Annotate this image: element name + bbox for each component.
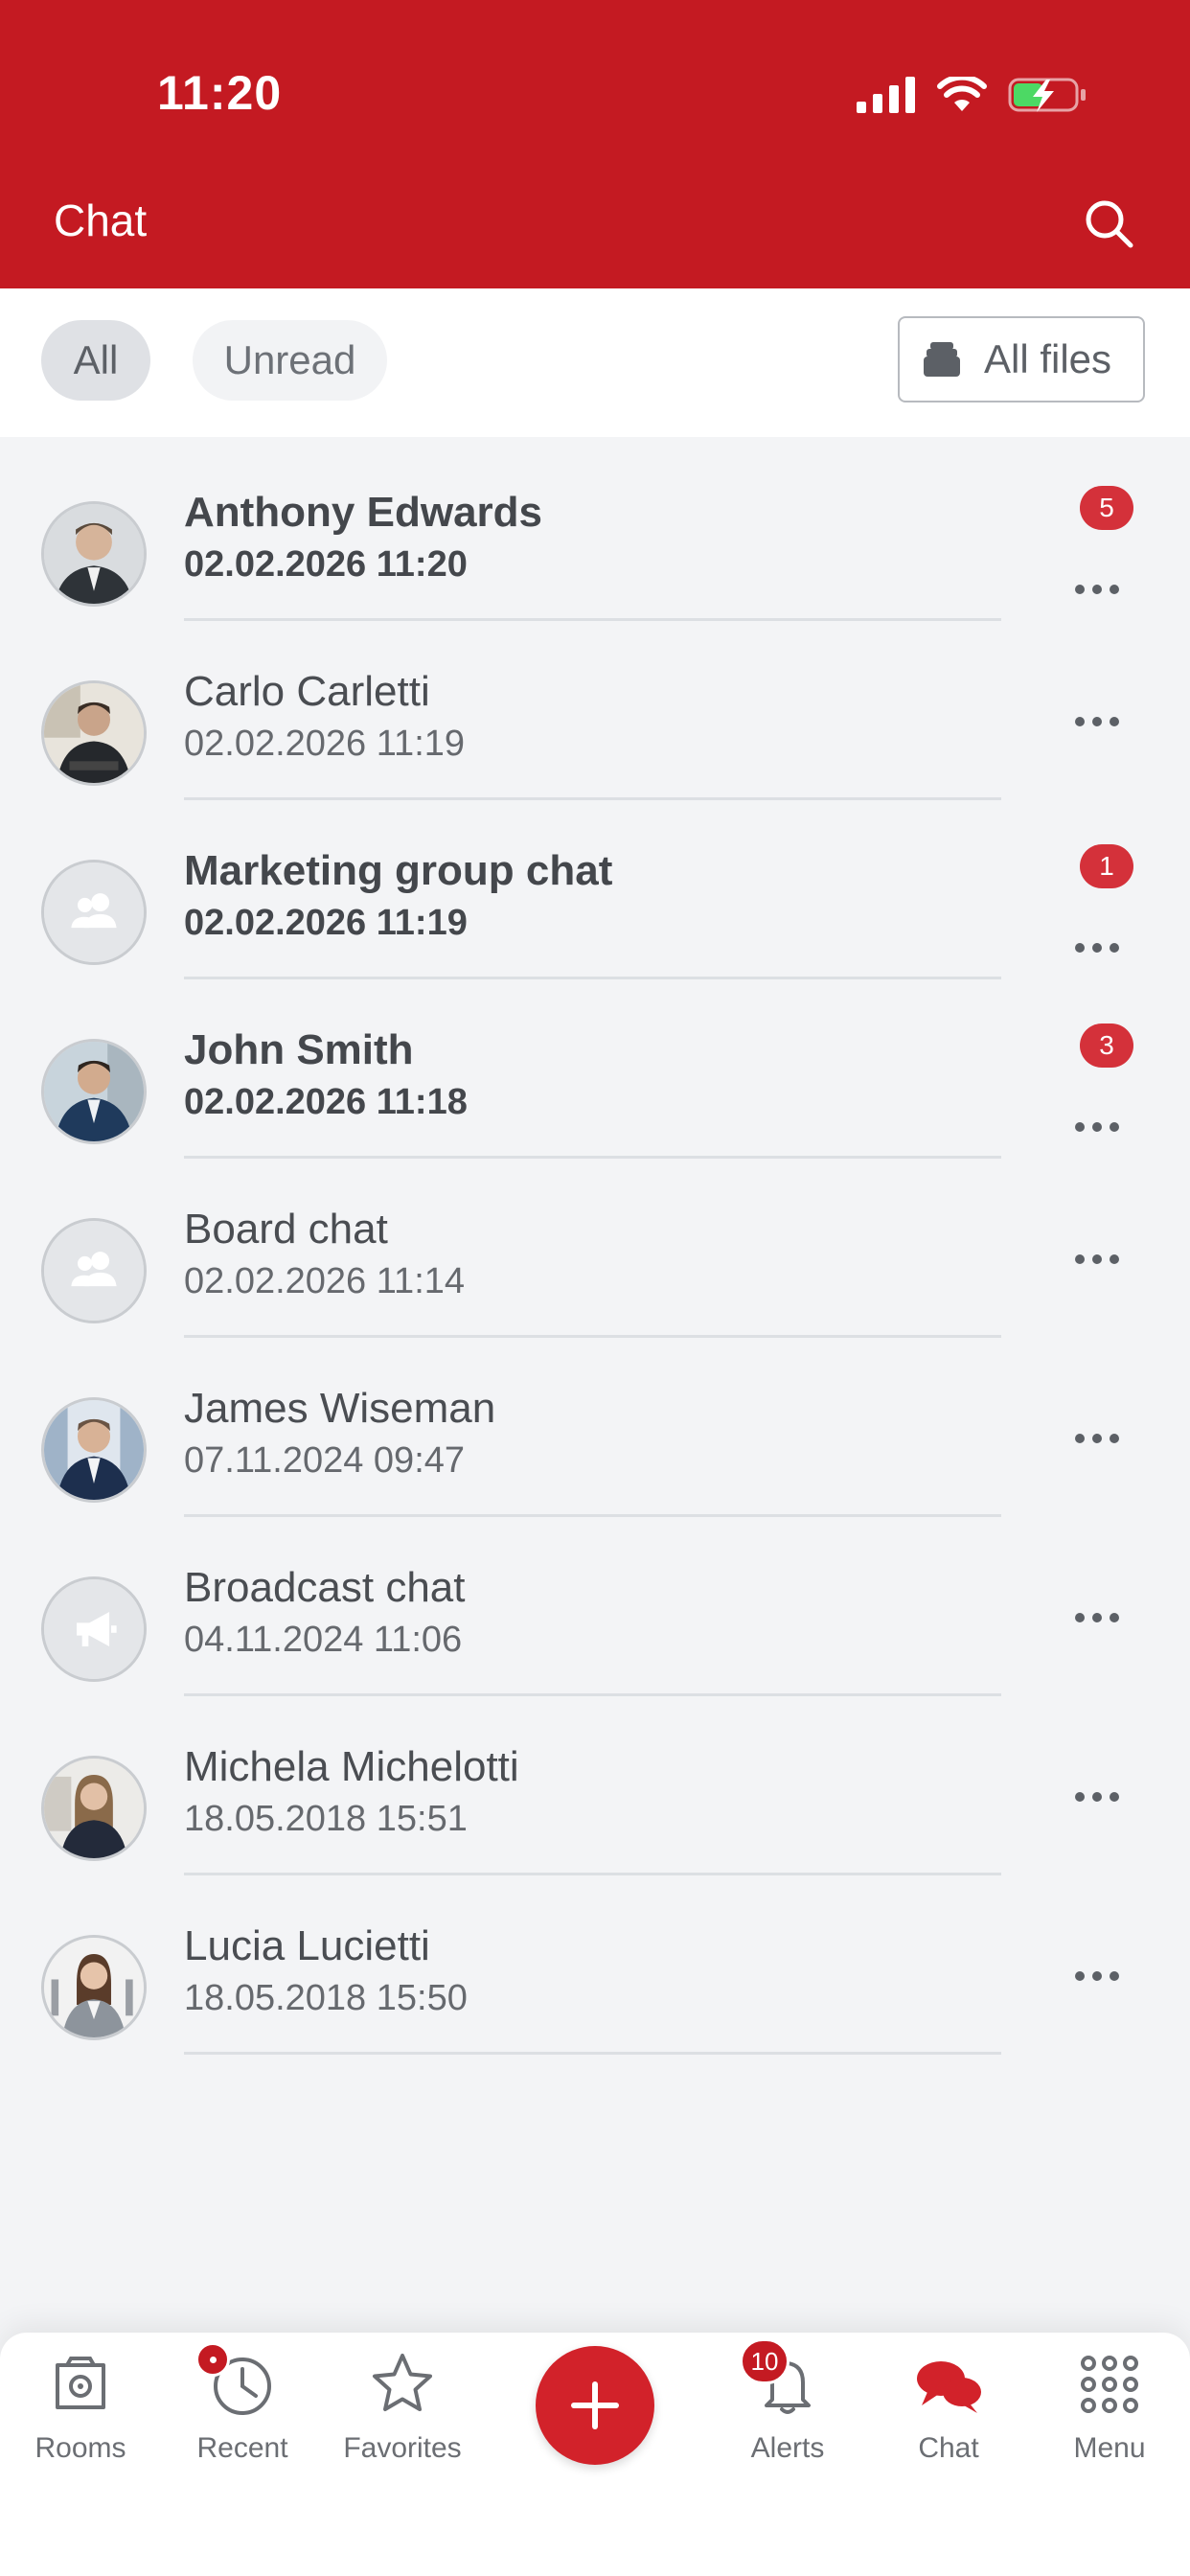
group-icon — [44, 1221, 144, 1321]
row-divider — [184, 1335, 1001, 1338]
nav-alerts-label: Alerts — [750, 2432, 825, 2464]
avatar — [41, 501, 147, 607]
nav-favorites[interactable]: Favorites — [326, 2350, 479, 2474]
row-divider — [184, 2052, 1001, 2055]
chat-row[interactable]: John Smith 02.02.2026 11:18 3 — [0, 998, 1190, 1177]
row-divider — [184, 1873, 1001, 1875]
group-avatar — [41, 860, 147, 965]
megaphone-icon — [44, 1579, 144, 1679]
row-divider — [184, 1514, 1001, 1517]
star-icon — [373, 2354, 432, 2411]
add-button[interactable] — [536, 2346, 654, 2465]
chat-row[interactable]: Anthony Edwards 02.02.2026 11:20 5 — [0, 460, 1190, 639]
unread-badge: 1 — [1080, 844, 1133, 888]
filter-unread-chip[interactable]: Unread — [193, 320, 387, 401]
nav-menu[interactable]: Menu — [1033, 2350, 1186, 2474]
chat-name: Marketing group chat — [184, 847, 613, 894]
unread-badge: 3 — [1080, 1024, 1133, 1068]
chat-date: 02.02.2026 11:14 — [184, 1261, 466, 1301]
all-files-label: All files — [984, 336, 1112, 381]
chat-name: Carlo Carletti — [184, 668, 430, 715]
avatar — [41, 1935, 147, 2040]
chat-name: Lucia Lucietti — [184, 1922, 430, 1969]
row-divider — [184, 1693, 1001, 1696]
row-divider — [184, 1156, 1001, 1159]
chat-name: Michela Michelotti — [184, 1743, 519, 1790]
all-files-button[interactable]: All files — [898, 316, 1145, 402]
rooms-icon — [56, 2357, 105, 2409]
avatar — [41, 1397, 147, 1503]
search-button[interactable] — [1081, 196, 1138, 253]
page-title: Chat — [54, 196, 148, 245]
grid-menu-icon — [1081, 2356, 1138, 2413]
filter-all-chip[interactable]: All — [41, 320, 150, 401]
nav-menu-label: Menu — [1073, 2432, 1146, 2464]
group-icon — [44, 862, 144, 962]
chat-row[interactable]: Michela Michelotti 18.05.2018 15:51 — [0, 1714, 1190, 1894]
nav-recent[interactable]: Recent — [166, 2350, 319, 2474]
more-options-icon[interactable] — [1075, 1434, 1119, 1445]
more-options-icon[interactable] — [1075, 585, 1119, 596]
recent-dot-badge — [195, 2342, 230, 2377]
unread-badge: 5 — [1080, 486, 1133, 530]
status-time: 11:20 — [157, 66, 283, 120]
chat-date: 02.02.2026 11:19 — [184, 903, 468, 943]
search-icon — [1086, 200, 1133, 248]
row-divider — [184, 797, 1001, 800]
status-icons — [857, 73, 1087, 117]
nav-chat-label: Chat — [918, 2432, 979, 2464]
more-options-icon[interactable] — [1075, 717, 1119, 728]
group-avatar — [41, 1218, 147, 1323]
alerts-count-badge: 10 — [740, 2338, 790, 2384]
row-divider — [184, 977, 1001, 979]
chat-name: Broadcast chat — [184, 1564, 466, 1611]
nav-rooms[interactable]: Rooms — [4, 2350, 157, 2474]
chat-row[interactable]: Broadcast chat 04.11.2024 11:06 — [0, 1535, 1190, 1714]
stack-icon — [924, 342, 960, 377]
chat-date: 18.05.2018 15:50 — [184, 1978, 468, 2018]
chat-name: John Smith — [184, 1026, 414, 1073]
chat-row[interactable]: Lucia Lucietti 18.05.2018 15:50 — [0, 1894, 1190, 2073]
chat-row[interactable]: Marketing group chat 02.02.2026 11:19 1 — [0, 818, 1190, 998]
more-options-icon[interactable] — [1075, 1792, 1119, 1804]
wifi-icon — [937, 77, 987, 111]
more-options-icon[interactable] — [1075, 943, 1119, 954]
more-options-icon[interactable] — [1075, 1613, 1119, 1624]
chat-name: Anthony Edwards — [184, 489, 543, 536]
nav-rooms-label: Rooms — [34, 2432, 126, 2464]
chat-row[interactable]: Carlo Carletti 02.02.2026 11:19 — [0, 639, 1190, 818]
chat-date: 04.11.2024 11:06 — [184, 1620, 463, 1660]
broadcast-avatar — [41, 1576, 147, 1682]
chat-row[interactable]: James Wiseman 07.11.2024 09:47 — [0, 1356, 1190, 1535]
chat-date: 02.02.2026 11:20 — [184, 544, 468, 585]
avatar — [41, 680, 147, 786]
signal-icon — [857, 77, 915, 113]
more-options-icon[interactable] — [1075, 1254, 1119, 1266]
chat-name: Board chat — [184, 1206, 388, 1253]
chat-date: 07.11.2024 09:47 — [184, 1440, 466, 1481]
chat-bubbles-icon — [917, 2361, 981, 2413]
row-divider — [184, 618, 1001, 621]
chat-name: James Wiseman — [184, 1385, 496, 1432]
chat-row[interactable]: Board chat 02.02.2026 11:14 — [0, 1177, 1190, 1356]
battery-icon — [1008, 78, 1086, 112]
chat-date: 18.05.2018 15:51 — [184, 1799, 468, 1839]
chat-date: 02.02.2026 11:19 — [184, 724, 466, 764]
chat-date: 02.02.2026 11:18 — [184, 1082, 468, 1122]
app-header: 11:20 Chat — [0, 0, 1190, 288]
nav-recent-label: Recent — [196, 2432, 288, 2464]
more-options-icon[interactable] — [1075, 1122, 1119, 1134]
nav-favorites-label: Favorites — [343, 2432, 462, 2464]
more-options-icon[interactable] — [1075, 1971, 1119, 1983]
nav-chat[interactable]: Chat — [872, 2350, 1025, 2474]
avatar — [41, 1039, 147, 1144]
avatar — [41, 1756, 147, 1861]
